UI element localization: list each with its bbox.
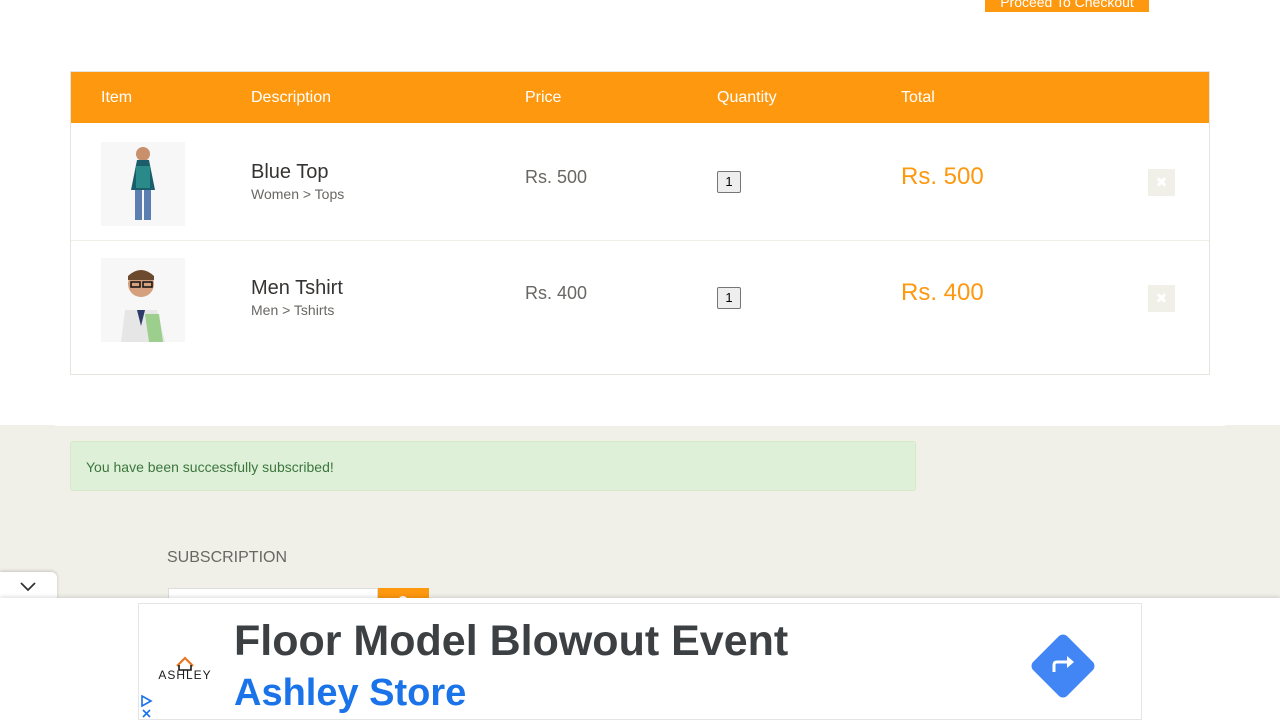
quantity-button[interactable]: 1 bbox=[717, 287, 741, 309]
delete-icon[interactable]: ✖ bbox=[1148, 285, 1175, 312]
delete-icon[interactable]: ✖ bbox=[1148, 169, 1175, 196]
proceed-to-checkout-button[interactable]: Proceed To Checkout bbox=[985, 0, 1149, 12]
table-row: Blue Top Women > Tops Rs. 500 1 Rs. 500 … bbox=[71, 124, 1209, 241]
header-total: Total bbox=[901, 89, 935, 106]
ad-frame[interactable]: ASHLEY Floor Model Blowout Event Ashley … bbox=[138, 603, 1142, 720]
cart-table: Item Description Price Quantity Total Bl… bbox=[70, 71, 1210, 375]
ad-collapse-tab[interactable] bbox=[0, 572, 57, 600]
table-row: Men Tshirt Men > Tshirts Rs. 400 1 Rs. 4… bbox=[71, 240, 1209, 356]
cart-header-row: Item Description Price Quantity Total bbox=[71, 72, 1209, 123]
product-total: Rs. 400 bbox=[901, 279, 984, 306]
header-description: Description bbox=[251, 89, 332, 106]
product-image-men-tshirt[interactable] bbox=[101, 258, 185, 342]
product-price: Rs. 500 bbox=[525, 167, 588, 187]
product-name-link[interactable]: Blue Top bbox=[251, 161, 328, 184]
ashley-logo: ASHLEY bbox=[155, 652, 215, 684]
header-price: Price bbox=[525, 89, 562, 106]
divider bbox=[55, 425, 1225, 426]
header-quantity: Quantity bbox=[717, 89, 777, 106]
header-item: Item bbox=[101, 89, 133, 106]
success-alert: You have been successfully subscribed! bbox=[70, 441, 916, 491]
product-image-blue-top[interactable] bbox=[101, 142, 185, 226]
product-category: Men > Tshirts bbox=[251, 302, 335, 318]
chevron-down-icon bbox=[20, 582, 36, 592]
arrow-right-icon bbox=[1052, 656, 1074, 672]
product-name-link[interactable]: Men Tshirt bbox=[251, 277, 343, 300]
ad-banner[interactable]: ASHLEY Floor Model Blowout Event Ashley … bbox=[0, 598, 1280, 720]
ad-subline: Ashley Store bbox=[234, 672, 467, 714]
product-total: Rs. 500 bbox=[901, 163, 984, 190]
subscription-title: SUBSCRIPTION bbox=[167, 549, 288, 566]
alert-text: You have been successfully subscribed! bbox=[86, 459, 334, 475]
ad-headline: Floor Model Blowout Event bbox=[234, 617, 789, 665]
product-category: Women > Tops bbox=[251, 186, 345, 202]
quantity-button[interactable]: 1 bbox=[717, 171, 741, 193]
product-price: Rs. 400 bbox=[525, 283, 588, 303]
adchoices-icon[interactable] bbox=[140, 695, 154, 719]
ad-brand: ASHLEY bbox=[158, 668, 212, 682]
